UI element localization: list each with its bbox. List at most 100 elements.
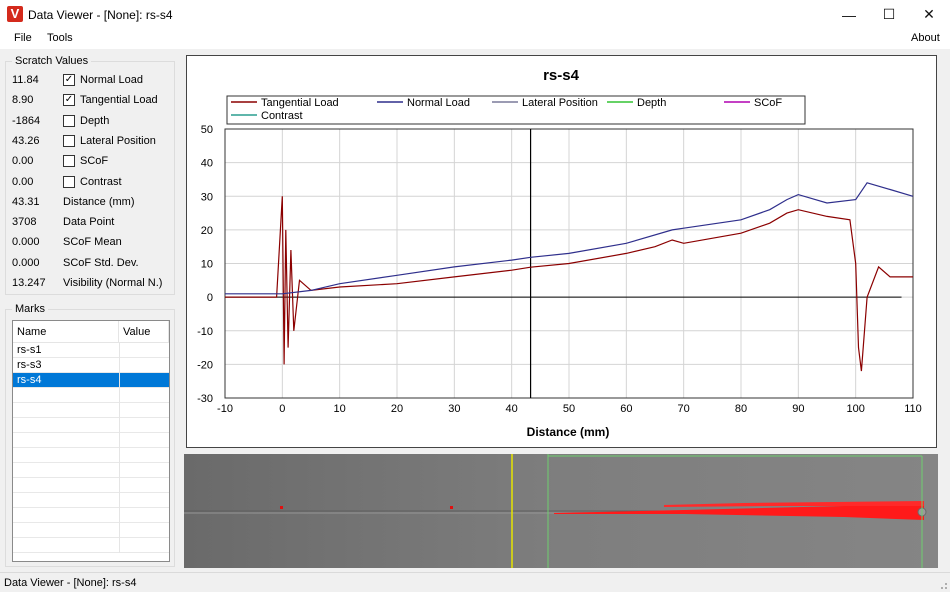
x-tick-label: 40 <box>506 403 518 415</box>
column-separator <box>119 478 120 493</box>
x-tick-label: 110 <box>904 403 922 415</box>
column-separator <box>119 388 120 403</box>
column-separator <box>119 508 120 523</box>
scratch-value-label[interactable]: Tangential Load <box>80 94 158 106</box>
column-separator <box>119 358 120 373</box>
column-header-name[interactable]: Name <box>13 321 119 343</box>
scratch-value-label: Data Point <box>63 216 115 229</box>
scratch-value-row: 3708 Data Point <box>12 214 172 232</box>
y-tick-label: -30 <box>197 393 213 405</box>
marks-row[interactable]: rs-s4 <box>13 373 169 388</box>
x-tick-label: 50 <box>563 403 575 415</box>
x-tick-label: 60 <box>620 403 632 415</box>
scratch-value-label: SCoF Mean <box>63 236 122 249</box>
scratch-value: 43.31 <box>12 195 40 208</box>
legend-label: Contrast <box>261 110 303 122</box>
marks-row[interactable]: rs-s3 <box>13 358 169 373</box>
y-tick-label: -20 <box>197 359 213 371</box>
y-tick-label: 30 <box>201 191 213 203</box>
scratch-value-checkbox[interactable] <box>63 175 75 188</box>
column-separator <box>119 418 120 433</box>
mark-name: rs-s3 <box>17 359 42 371</box>
scratch-value-checkbox[interactable] <box>63 114 75 127</box>
legend-label: Lateral Position <box>522 97 598 109</box>
scratch-value-checkbox[interactable] <box>63 155 75 168</box>
scratch-value: 11.84 <box>12 74 39 86</box>
menu-bar: File Tools About <box>0 29 950 49</box>
marks-empty-row[interactable] <box>13 478 169 493</box>
x-tick-label: 20 <box>391 403 403 415</box>
column-separator <box>119 493 120 508</box>
column-separator <box>119 463 120 478</box>
column-separator <box>119 403 120 418</box>
marks-empty-row[interactable] <box>13 538 169 553</box>
status-bar: Data Viewer - [None]: rs-s4 <box>0 572 950 592</box>
scratch-value-label: Visibility (Normal N.) <box>63 277 163 289</box>
scratch-values-title: Scratch Values <box>12 55 92 67</box>
scratch-value-label[interactable]: Contrast <box>80 176 122 188</box>
menu-about[interactable]: About <box>911 32 940 44</box>
marks-empty-row[interactable] <box>13 523 169 538</box>
mark-name: rs-s4 <box>17 374 42 386</box>
scratch-image-panel[interactable] <box>184 454 938 568</box>
column-separator <box>119 448 120 463</box>
scratch-value-row: 0.00 Contrast <box>12 174 172 192</box>
scratch-value-label[interactable]: Lateral Position <box>80 135 156 147</box>
scratch-value-row: 43.31 Distance (mm) <box>12 194 172 212</box>
x-tick-label: 100 <box>846 403 864 415</box>
marks-empty-row[interactable] <box>13 508 169 523</box>
window-title: Data Viewer - [None]: rs-s4 <box>28 8 173 22</box>
scratch-value-label: SCoF Std. Dev. <box>63 256 139 269</box>
column-header-value[interactable]: Value <box>119 321 169 343</box>
marks-list[interactable]: Name Value rs-s1 rs-s3 rs-s4 <box>12 320 170 562</box>
marks-row[interactable]: rs-s1 <box>13 343 169 358</box>
axis-layer: -10 0 10 20 30 40 50 60 70 80 90 100 11050403020100-… <box>197 124 922 415</box>
marks-empty-row[interactable] <box>13 493 169 508</box>
scratch-value-row: 0.00 SCoF <box>12 153 172 171</box>
x-tick-label: 80 <box>735 403 747 415</box>
scratch-value-row: 13.247 Visibility (Normal N.) <box>12 275 172 293</box>
scratch-value-row: 0.000 SCoF Mean <box>12 234 172 252</box>
menu-tools[interactable]: Tools <box>47 32 73 44</box>
marks-empty-row[interactable] <box>13 418 169 433</box>
resize-grip-icon[interactable] <box>938 580 948 590</box>
scratch-value-label[interactable]: Depth <box>80 115 109 127</box>
y-tick-label: -10 <box>197 326 213 338</box>
marks-empty-row[interactable] <box>13 433 169 448</box>
legend-label: Depth <box>637 97 666 109</box>
column-separator <box>119 343 120 358</box>
legend-label: SCoF <box>754 97 782 109</box>
scratch-value-checkbox[interactable]: ✓ <box>63 94 75 107</box>
scratch-value-row: 8.90 ✓ Tangential Load <box>12 92 172 110</box>
y-tick-label: 0 <box>207 292 213 304</box>
chart-svg: rs-s4 Distance (mm) -10 0 10 20 30 40 50 60 70 80… <box>197 67 922 439</box>
x-tick-label: 0 <box>279 403 285 415</box>
marks-empty-row[interactable] <box>13 448 169 463</box>
menu-file[interactable]: File <box>14 32 32 44</box>
marks-empty-row[interactable] <box>13 403 169 418</box>
scratch-value: 13.247 <box>12 277 46 289</box>
column-separator <box>119 538 120 553</box>
scratch-value-row: 43.26 Lateral Position <box>12 133 172 151</box>
scratch-value-label[interactable]: SCoF <box>80 155 108 167</box>
scratch-value: 0.000 <box>12 256 40 269</box>
scratch-value-checkbox[interactable] <box>63 134 75 147</box>
marks-title: Marks <box>12 303 48 315</box>
x-axis-label: Distance (mm) <box>527 425 610 439</box>
x-tick-label: 70 <box>678 403 690 415</box>
x-tick-label: -10 <box>217 403 233 415</box>
close-button[interactable]: ✕ <box>906 0 950 29</box>
legend-label: Normal Load <box>407 97 470 109</box>
app-logo-icon: V <box>7 6 23 22</box>
mark-name: rs-s1 <box>17 344 42 356</box>
y-tick-label: 50 <box>201 124 213 136</box>
y-tick-label: 10 <box>201 259 213 271</box>
scratch-value-checkbox[interactable]: ✓ <box>63 74 75 86</box>
chart-panel[interactable]: rs-s4 Distance (mm) -10 0 10 20 30 40 50 60 70 80… <box>186 55 937 448</box>
scratch-value-label[interactable]: Normal Load <box>80 74 143 86</box>
scratch-image <box>184 454 938 568</box>
marks-empty-row[interactable] <box>13 388 169 403</box>
marks-empty-row[interactable] <box>13 463 169 478</box>
title-bar: V Data Viewer - [None]: rs-s4 — ☐ ✕ <box>0 0 950 29</box>
x-tick-label: 90 <box>792 403 804 415</box>
